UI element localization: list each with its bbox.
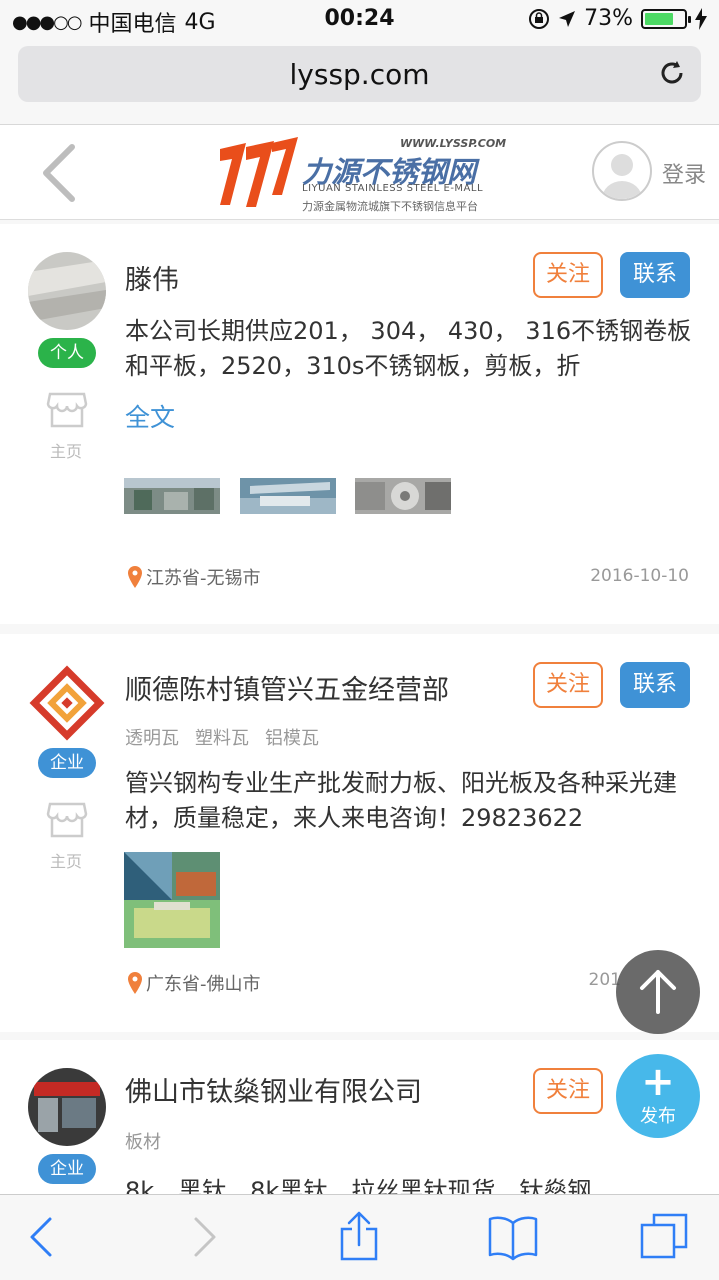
product-thumbnail[interactable]	[240, 478, 336, 514]
post-date: 2016-10-10	[590, 566, 689, 586]
battery-percent: 73%	[584, 6, 633, 31]
shop-icon[interactable]	[46, 800, 88, 840]
login-link[interactable]: 登录	[662, 157, 706, 189]
logo-subtitle: 力源金属物流城旗下不锈钢信息平台	[302, 200, 478, 213]
supplier-name[interactable]: 滕伟	[125, 258, 179, 297]
browser-toolbar	[0, 1194, 719, 1280]
supplier-name[interactable]: 顺德陈村镇管兴五金经营部	[125, 668, 449, 707]
publish-button[interactable]: + 发布	[616, 1054, 700, 1138]
bookmarks-icon[interactable]	[488, 1211, 538, 1261]
location: 广东省-佛山市	[128, 970, 261, 996]
scroll-to-top-button[interactable]	[616, 950, 700, 1034]
type-badge: 企业	[38, 748, 96, 778]
avatar[interactable]	[28, 252, 106, 330]
shop-label[interactable]: 主页	[50, 438, 82, 462]
tag[interactable]: 铝模瓦	[265, 724, 319, 750]
rotation-lock-icon	[529, 8, 550, 29]
arrow-up-icon	[640, 970, 676, 1014]
product-tags: 板材	[125, 1128, 161, 1154]
charging-bolt-icon	[695, 7, 707, 30]
location-text: 江苏省-无锡市	[146, 568, 261, 589]
location: 江苏省-无锡市	[128, 564, 261, 590]
logo-mark-icon	[220, 137, 298, 207]
url-text[interactable]: lyssp.com	[18, 58, 701, 91]
share-icon[interactable]	[334, 1211, 384, 1261]
product-tags: 透明瓦 塑料瓦 铝模瓦	[125, 724, 319, 750]
supplier-name[interactable]: 佛山市钛燊钢业有限公司	[125, 1070, 422, 1109]
tag[interactable]: 板材	[125, 1128, 161, 1154]
fulltext-link[interactable]: 全文	[125, 398, 175, 434]
user-avatar-icon[interactable]	[592, 141, 652, 201]
location-pin-icon	[128, 972, 142, 994]
reload-icon[interactable]	[657, 58, 687, 88]
site-header: WWW.LYSSP.COM 力源不锈钢网 LIYUAN STAINLESS ST…	[0, 124, 719, 220]
shop-label[interactable]: 主页	[50, 848, 82, 872]
product-thumbnail[interactable]	[124, 852, 220, 948]
location-text: 广东省-佛山市	[146, 974, 261, 995]
back-chevron-icon[interactable]	[36, 143, 82, 203]
follow-button[interactable]: 关注	[533, 1068, 603, 1114]
follow-button[interactable]: 关注	[533, 662, 603, 708]
site-logo[interactable]: WWW.LYSSP.COM 力源不锈钢网 LIYUAN STAINLESS ST…	[216, 131, 506, 215]
tabs-icon[interactable]	[640, 1211, 690, 1261]
battery-icon	[641, 8, 691, 29]
battery-fill	[645, 12, 673, 25]
status-bar: ●●●○○ 中国电信 4G 00:24 73%	[0, 0, 719, 40]
contact-button[interactable]: 联系	[620, 662, 690, 708]
logo-english-name: LIYUAN STAINLESS STEEL E-MALL	[302, 183, 484, 194]
back-arrow-icon[interactable]	[18, 1211, 68, 1261]
product-thumbnail[interactable]	[124, 478, 220, 514]
avatar[interactable]	[28, 1068, 106, 1146]
location-pin-icon	[128, 566, 142, 588]
type-badge: 个人	[38, 338, 96, 368]
location-arrow-icon	[559, 10, 576, 27]
supplier-card: 企业 主页 顺德陈村镇管兴五金经营部 关注 联系 透明瓦 塑料瓦 铝模瓦 管兴钢…	[0, 634, 719, 1032]
address-bar[interactable]: lyssp.com	[18, 46, 701, 102]
plus-icon: +	[641, 1059, 675, 1105]
company-logo[interactable]	[28, 664, 106, 742]
supplier-card: 个人 主页 滕伟 关注 联系 本公司长期供应201， 304， 430， 316…	[0, 224, 719, 624]
product-thumbnail[interactable]	[355, 478, 451, 514]
tag[interactable]: 透明瓦	[125, 724, 179, 750]
tag[interactable]: 塑料瓦	[195, 724, 249, 750]
forward-arrow-icon[interactable]	[178, 1211, 228, 1261]
follow-button[interactable]: 关注	[533, 252, 603, 298]
supplier-description: 管兴钢构专业生产批发耐力板、阳光板及各种采光建材，质量稳定，来人来电咨询！298…	[125, 769, 677, 832]
supplier-card: 企业 佛山市钛燊钢业有限公司 关注 板材 8k 黑钛 8k黑钛 拉丝黑钛现货 钛…	[0, 1040, 719, 1200]
supplier-description: 本公司长期供应201， 304， 430， 316不锈钢卷板和平板，2520，3…	[125, 317, 692, 380]
publish-label: 发布	[640, 1106, 676, 1127]
type-badge: 企业	[38, 1154, 96, 1184]
shop-icon[interactable]	[46, 390, 88, 430]
contact-button[interactable]: 联系	[620, 252, 690, 298]
